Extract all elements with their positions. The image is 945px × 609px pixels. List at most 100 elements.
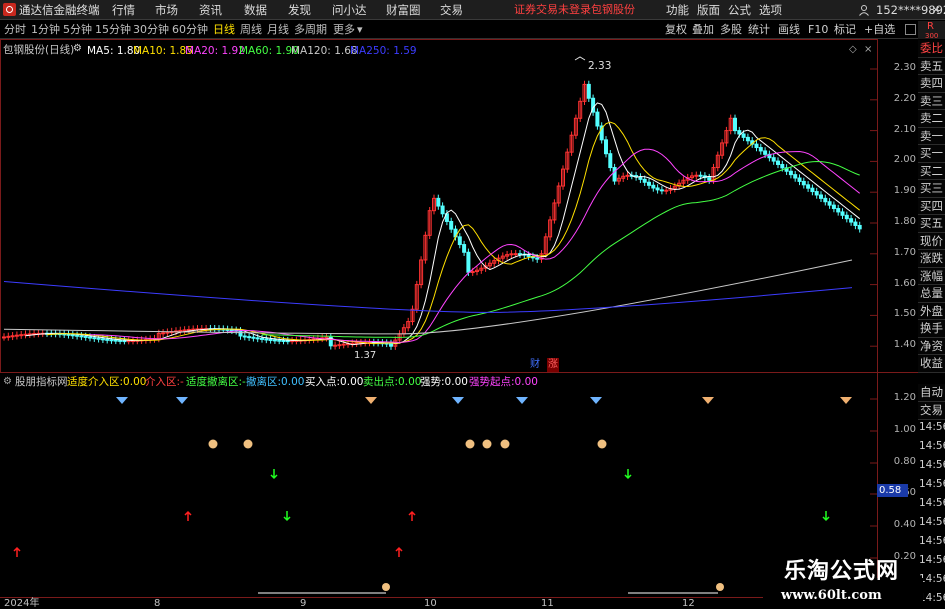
- candle-body: [88, 336, 92, 339]
- candle-body: [741, 133, 746, 138]
- indicator-field-6: 强势:0.00: [420, 376, 468, 388]
- candle-body: [436, 197, 441, 207]
- quote-row-18[interactable]: 收益: [918, 355, 945, 373]
- candle-body: [161, 332, 166, 335]
- high-price-label: 2.33: [588, 60, 612, 72]
- r-badge[interactable]: R 300: [918, 21, 945, 40]
- candle-body: [797, 177, 802, 182]
- watermark-url: www.60lt.com: [781, 588, 882, 603]
- candle-body: [698, 174, 703, 177]
- diamond-signal-icon: [840, 397, 852, 404]
- price-tick-label: 2.10: [893, 123, 916, 135]
- quote-row-9[interactable]: 买四: [918, 197, 945, 215]
- xaxis-label-nov: 11: [541, 598, 554, 609]
- buy-arrow-icon: [408, 510, 416, 521]
- hand-signal-icon: [482, 439, 492, 449]
- quote-row-16[interactable]: 换手: [918, 320, 945, 338]
- candle-body: [509, 253, 514, 256]
- quote-row-1[interactable]: 卖五: [918, 57, 945, 75]
- quote-row-13[interactable]: 涨幅: [918, 267, 945, 285]
- chart-canvas: [0, 39, 918, 598]
- candle-body: [389, 342, 393, 347]
- candle-body: [79, 335, 84, 338]
- candle-body: [853, 221, 858, 226]
- limit-up-badge[interactable]: 涨: [547, 358, 559, 372]
- xaxis-label-sep: 9: [300, 598, 307, 609]
- trade-row-1[interactable]: 交易: [918, 402, 945, 420]
- candle-body: [814, 191, 819, 196]
- hand-signal-icon: [597, 439, 607, 449]
- candle-body: [823, 197, 828, 203]
- quote-row-6[interactable]: 买一: [918, 145, 945, 163]
- quote-row-8[interactable]: 买三: [918, 180, 945, 198]
- candle-body: [694, 174, 699, 177]
- price-tick-label: 1.60: [893, 277, 916, 289]
- candle-body: [14, 334, 19, 337]
- candle-body: [229, 329, 234, 332]
- indicator-field-5: 卖出点:0.00: [363, 376, 422, 388]
- chart-settings-icon[interactable]: ⚙: [73, 42, 82, 56]
- quote-row-15[interactable]: 外盘: [918, 302, 945, 320]
- quote-row-4[interactable]: 卖二: [918, 110, 945, 128]
- quote-row-0[interactable]: 委比: [918, 40, 945, 58]
- trade-time-4: 14:56: [919, 497, 945, 509]
- candle-body: [251, 336, 256, 339]
- hand-signal-icon: [243, 439, 253, 449]
- price-tick-label: 1.80: [893, 216, 916, 227]
- diamond-signal-icon: [176, 397, 188, 404]
- candle-body: [23, 333, 28, 336]
- quote-row-5[interactable]: 卖一: [918, 127, 945, 145]
- candle-body: [109, 339, 114, 342]
- xaxis-label-dec: 12: [682, 598, 695, 609]
- candle-body: [255, 337, 260, 340]
- price-tick-label: 1.70: [893, 246, 916, 258]
- quote-row-11[interactable]: 现价: [918, 232, 945, 250]
- candle-body: [608, 153, 613, 169]
- ma-line-ma10: [46, 121, 861, 345]
- quote-row-2[interactable]: 卖四: [918, 75, 945, 93]
- candle-body: [518, 253, 522, 256]
- quote-row-3[interactable]: 卖三: [918, 92, 945, 110]
- hand-signal-icon: [208, 439, 218, 449]
- candle-body: [758, 147, 763, 152]
- candle-body: [100, 338, 105, 341]
- candle-body: [604, 139, 608, 155]
- diamond-signal-icon: [452, 397, 464, 404]
- diamond-icon[interactable]: ◇: [849, 43, 857, 57]
- candle-body: [83, 335, 88, 338]
- candle-body: [122, 340, 127, 343]
- trade-time-0: 14:56: [919, 421, 945, 433]
- ma250-label: MA250: 1.59: [350, 45, 417, 57]
- quote-row-12[interactable]: 涨跌: [918, 250, 945, 268]
- trade-time-1: 14:56: [919, 440, 945, 452]
- quote-row-10[interactable]: 买五: [918, 215, 945, 233]
- quote-row-17[interactable]: 净资: [918, 337, 945, 355]
- candle-body: [780, 163, 785, 169]
- indicator-settings-icon[interactable]: ⚙: [3, 375, 12, 389]
- candle-body: [844, 214, 849, 220]
- close-panel-icon[interactable]: ×: [864, 43, 872, 57]
- candle-body: [457, 236, 462, 246]
- buy-arrow-icon: [184, 510, 192, 521]
- quote-row-14[interactable]: 总量: [918, 285, 945, 303]
- indicator-field-1: 介入区:-: [145, 376, 184, 388]
- candle-body: [19, 334, 24, 337]
- candle-body: [2, 336, 6, 339]
- candle-body: [771, 157, 776, 162]
- diamond-signal-icon: [590, 397, 602, 404]
- indicator-tick-label: 0.40: [893, 519, 916, 530]
- candle-body: [6, 335, 11, 338]
- candle-body: [737, 130, 742, 135]
- candle-body: [793, 174, 798, 179]
- candle-body: [849, 218, 854, 223]
- trade-row-0[interactable]: 自动: [918, 384, 945, 402]
- candle-body: [285, 340, 290, 343]
- candle-body: [745, 136, 750, 142]
- finance-badge[interactable]: 财: [530, 358, 540, 372]
- candle-body: [242, 335, 247, 338]
- ma20-label: MA20: 1.92: [185, 45, 245, 57]
- ma10-label: MA10: 1.85: [133, 45, 193, 57]
- quote-row-7[interactable]: 买二: [918, 162, 945, 180]
- ma60-label: MA60: 1.90: [239, 45, 299, 57]
- candle-body: [733, 117, 737, 132]
